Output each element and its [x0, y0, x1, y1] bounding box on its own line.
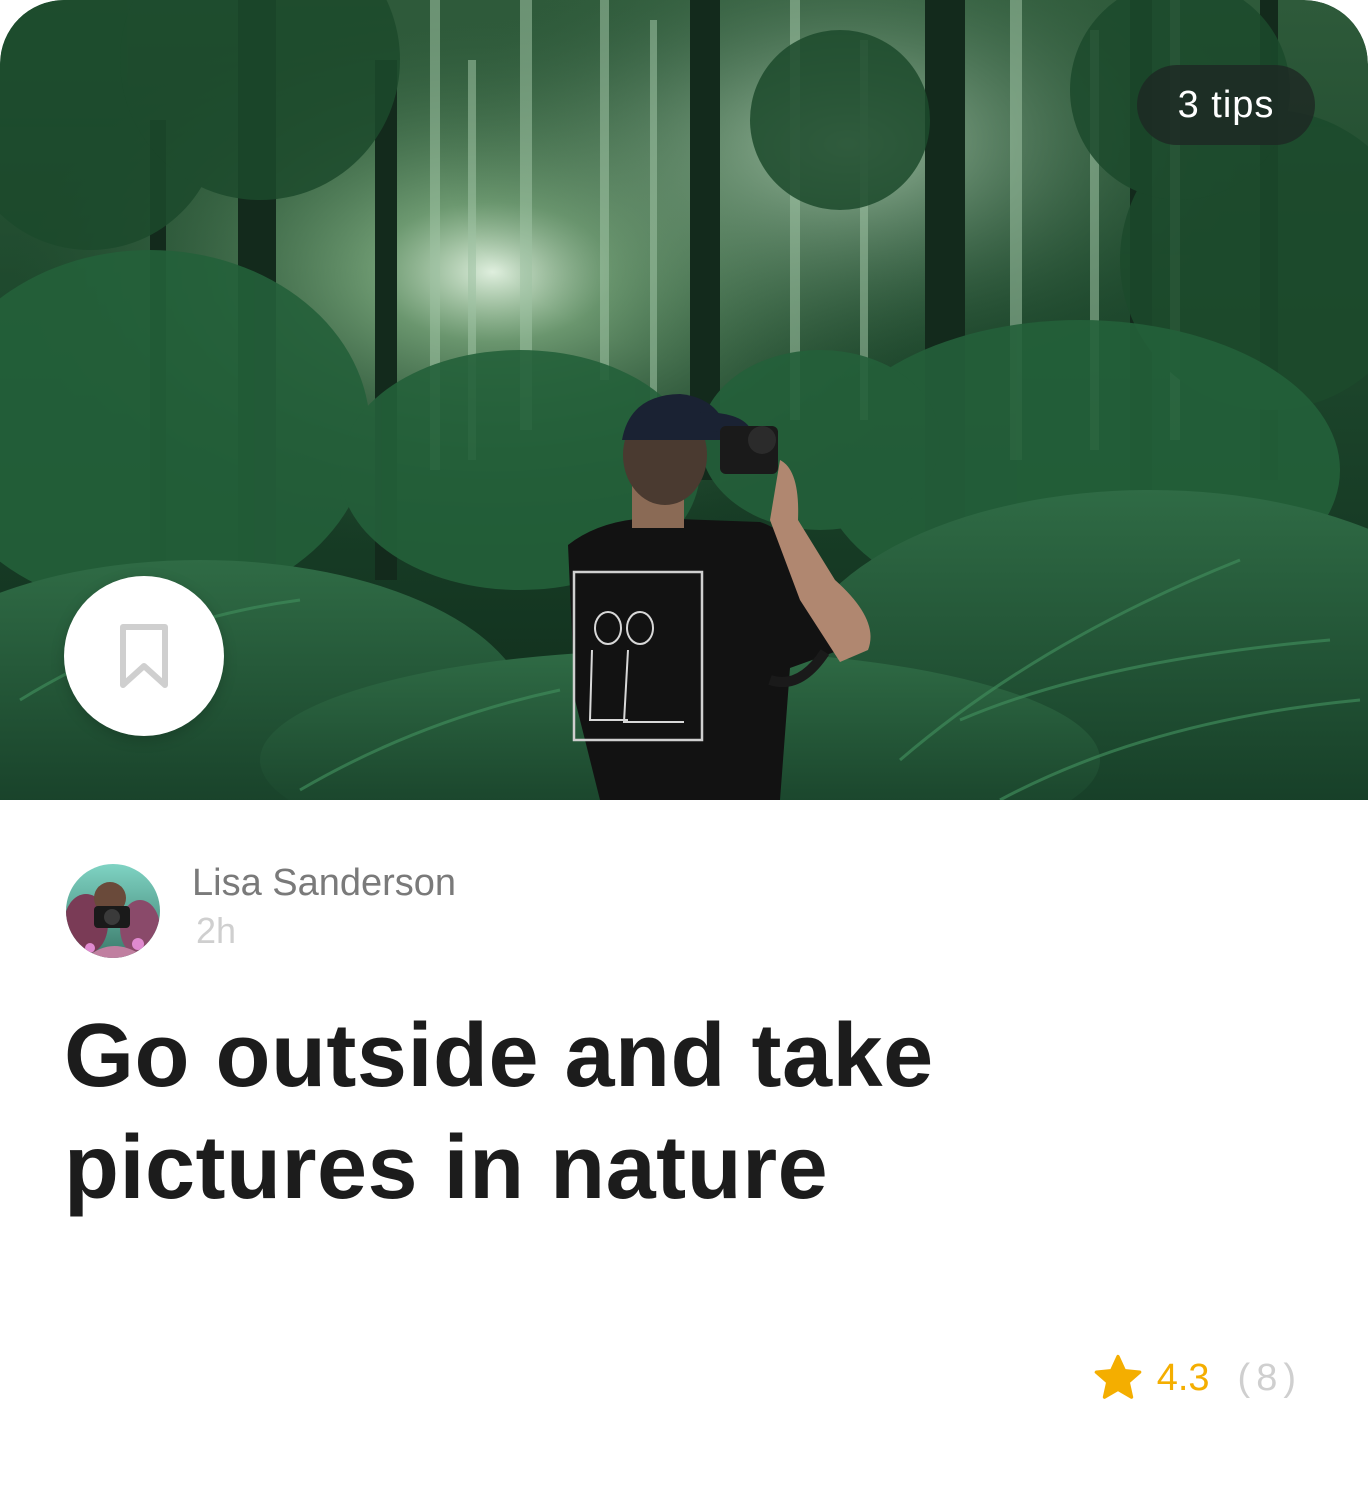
post-timestamp: 2h: [196, 910, 237, 951]
author-name[interactable]: Lisa Sanderson: [192, 859, 456, 907]
bookmark-icon: [120, 624, 168, 688]
article-card[interactable]: 3 tips Lisa Sanderson 2h Go outside and …: [0, 0, 1368, 1496]
rating-value: 4.3: [1156, 1356, 1210, 1399]
rating-count: (8): [1237, 1356, 1302, 1399]
rating: 4.3 (8): [1093, 1352, 1302, 1404]
avatar[interactable]: [66, 864, 160, 958]
bookmark-button[interactable]: [64, 576, 224, 736]
author-row[interactable]: Lisa Sanderson 2h: [66, 862, 456, 958]
tips-count-label: 3 tips: [1177, 83, 1275, 126]
star-icon: [1094, 1354, 1142, 1399]
hero-image: 3 tips: [0, 0, 1368, 800]
tips-count-badge: 3 tips: [1137, 65, 1315, 145]
article-title[interactable]: Go outside and take pictures in nature: [64, 1000, 1244, 1224]
